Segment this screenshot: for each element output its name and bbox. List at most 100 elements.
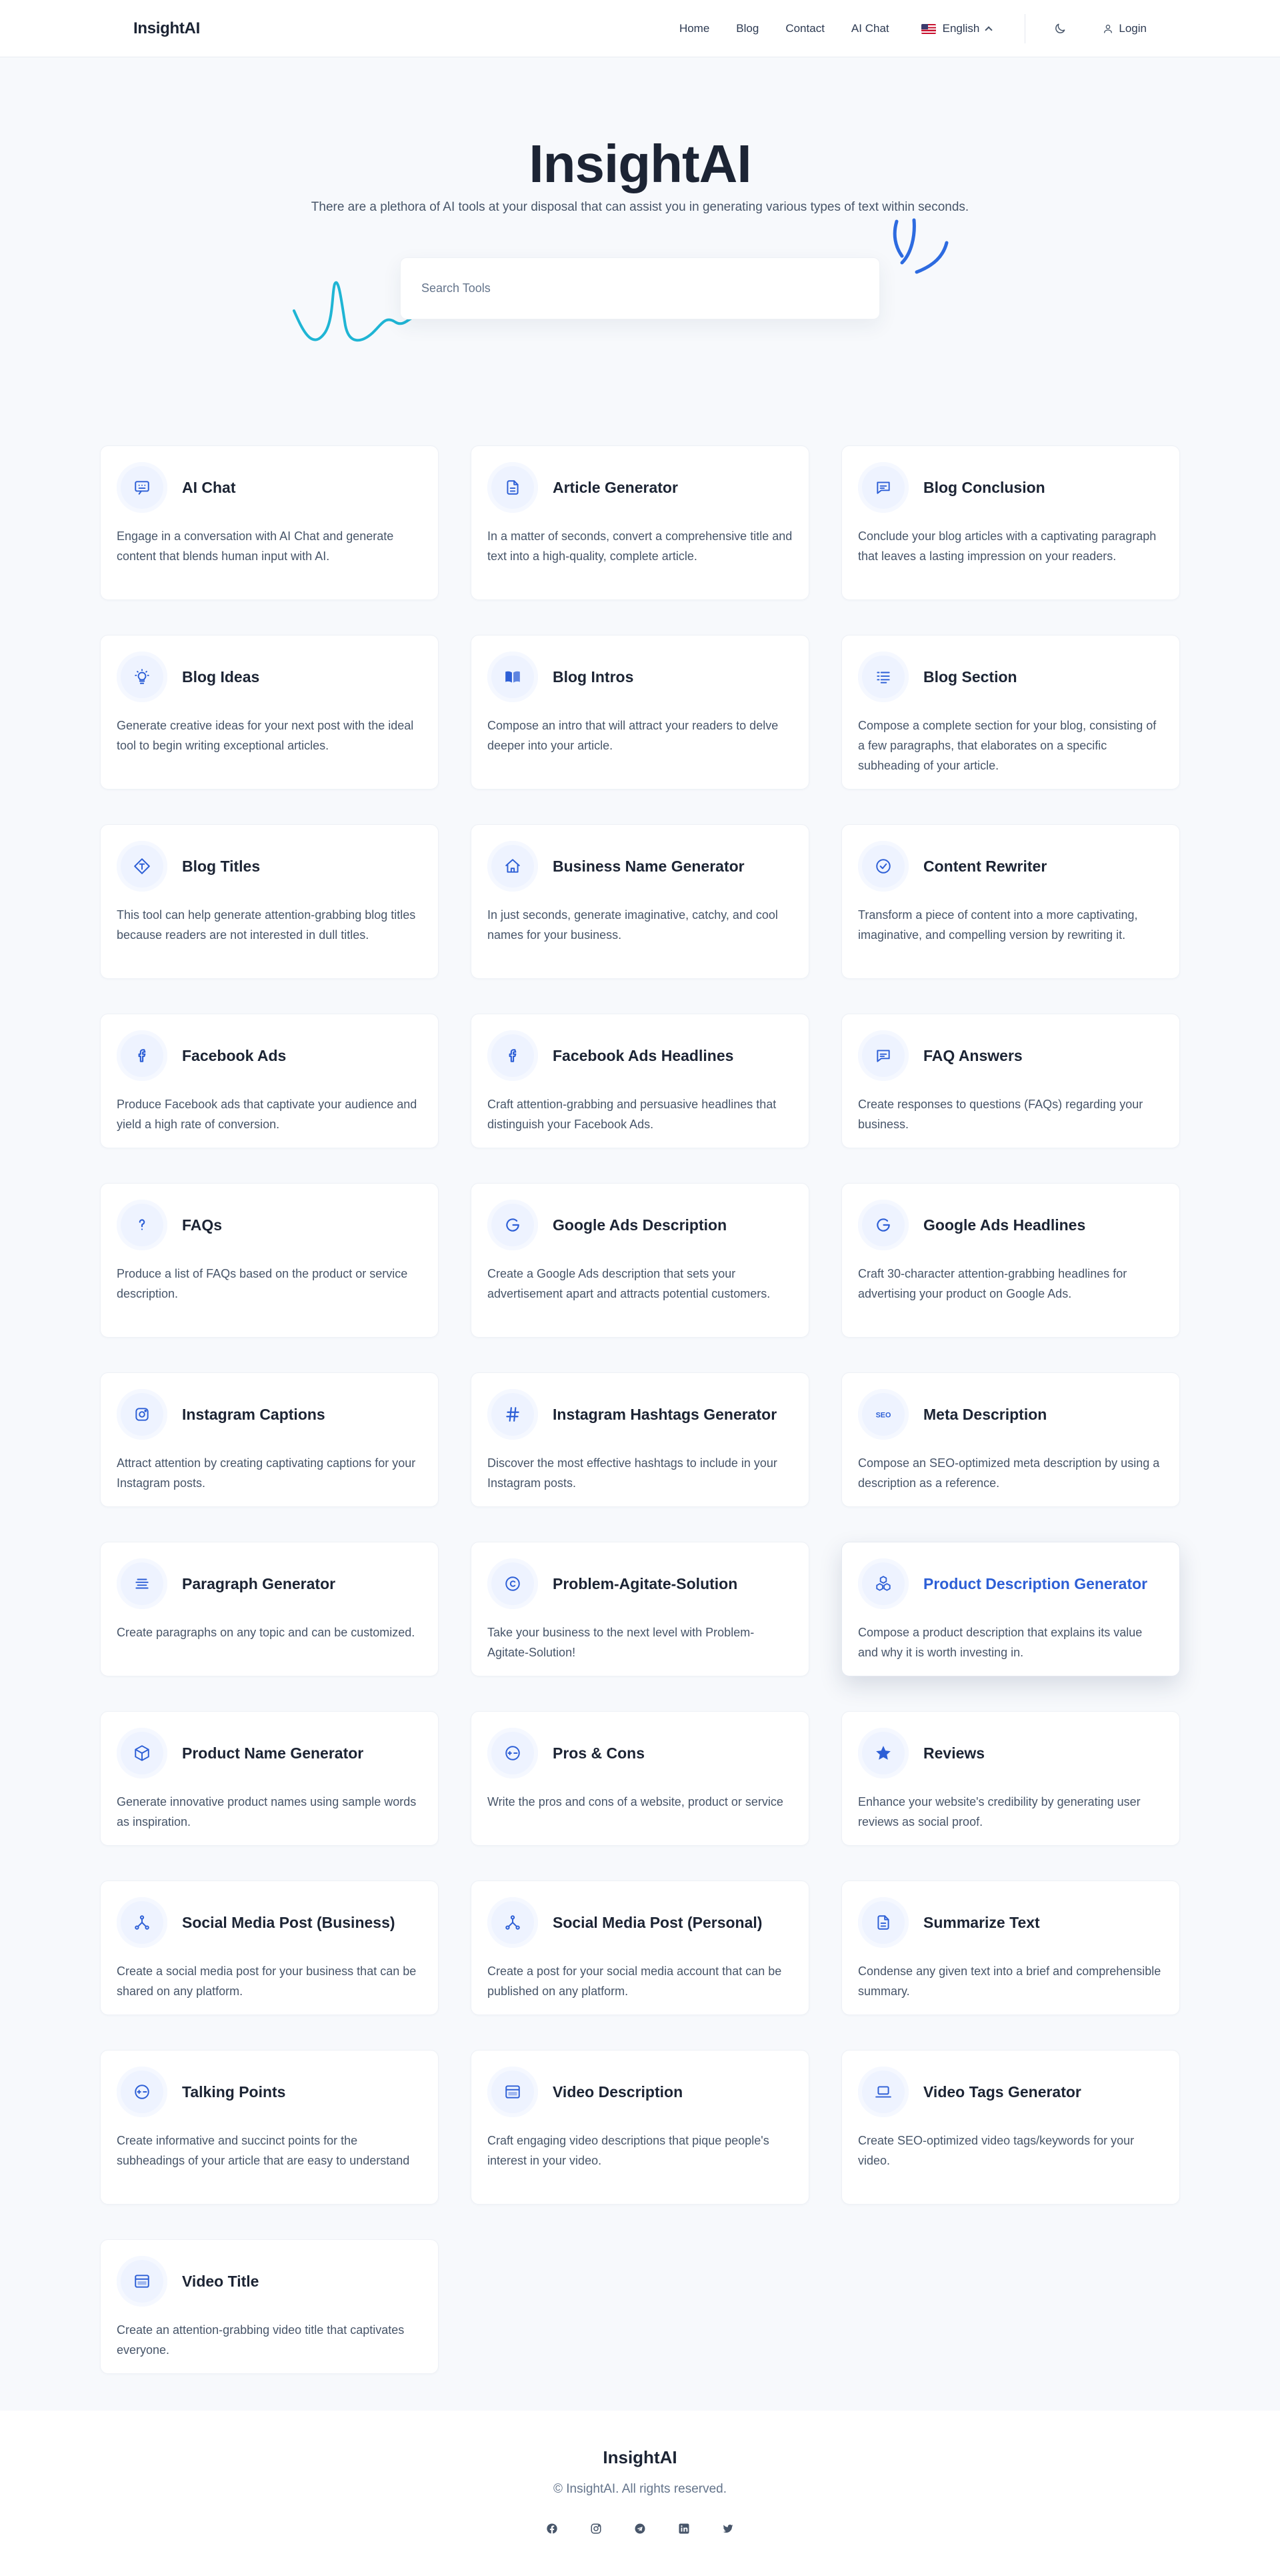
tool-card-google-ads-headlines[interactable]: Google Ads Headlines Craft 30-character a… xyxy=(841,1183,1180,1338)
title-icon xyxy=(117,841,167,892)
linkedin-icon xyxy=(679,2523,689,2534)
tool-card-business-name-generator[interactable]: Business Name Generator In just seconds, … xyxy=(471,824,809,979)
tool-card-header: AI Chat xyxy=(117,462,422,513)
tool-card-blog-section[interactable]: Blog Section Compose a complete section f… xyxy=(841,635,1180,790)
tool-card-content-rewriter[interactable]: Content Rewriter Transform a piece of con… xyxy=(841,824,1180,979)
tool-card-faq-answers[interactable]: FAQ Answers Create responses to questions… xyxy=(841,1014,1180,1148)
tool-title: Business Name Generator xyxy=(553,857,745,875)
tool-card-meta-description[interactable]: SEO Meta Description Compose an SEO-optimi… xyxy=(841,1372,1180,1507)
tool-title: Content Rewriter xyxy=(923,857,1047,875)
tool-title: Facebook Ads Headlines xyxy=(553,1046,734,1064)
tool-card-header: Blog Conclusion xyxy=(858,462,1163,513)
nav-blog-link[interactable]: Blog xyxy=(736,22,759,35)
tool-title: Google Ads Headlines xyxy=(923,1216,1086,1234)
brand-logo[interactable]: InsightAI xyxy=(133,19,200,38)
tool-card-social-media-post-personal[interactable]: Social Media Post (Personal) Create a pos… xyxy=(471,1880,809,2015)
tool-card-blog-ideas[interactable]: Blog Ideas Generate creative ideas for yo… xyxy=(100,635,439,790)
tool-description: Compose a product description that expla… xyxy=(858,1626,1143,1659)
tool-description: Generate creative ideas for your next po… xyxy=(117,719,414,752)
google-icon xyxy=(858,1200,909,1250)
tool-card-faqs[interactable]: FAQs Produce a list of FAQs based on the … xyxy=(100,1183,439,1338)
tool-card-instagram-hashtags-generator[interactable]: Instagram Hashtags Generator Discover the… xyxy=(471,1372,809,1507)
tool-card-product-name-generator[interactable]: Product Name Generator Generate innovativ… xyxy=(100,1711,439,1846)
tool-card-blog-intros[interactable]: Blog Intros Compose an intro that will at… xyxy=(471,635,809,790)
instagram-link[interactable] xyxy=(589,2522,603,2535)
tool-card-social-media-post-business[interactable]: Social Media Post (Business) Create a soc… xyxy=(100,1880,439,2015)
tool-title: FAQ Answers xyxy=(923,1046,1023,1064)
tool-card-header: Social Media Post (Personal) xyxy=(487,1897,793,1948)
tool-card-instagram-captions[interactable]: Instagram Captions Attract attention by c… xyxy=(100,1372,439,1507)
tool-card-header: Facebook Ads xyxy=(117,1030,422,1081)
twitter-icon xyxy=(723,2524,733,2533)
tool-description: Produce a list of FAQs based on the prod… xyxy=(117,1267,408,1300)
search-input[interactable] xyxy=(401,258,879,319)
tool-card-facebook-ads-headlines[interactable]: Facebook Ads Headlines Craft attention-gr… xyxy=(471,1014,809,1148)
tool-description: In a matter of seconds, convert a compre… xyxy=(487,529,793,563)
tool-card-product-description-generator[interactable]: Product Description Generator Compose a p… xyxy=(841,1542,1180,1676)
laptop-icon xyxy=(858,2067,909,2117)
tool-card-header: Google Ads Description xyxy=(487,1200,793,1250)
tool-description: Compose a complete section for your blog… xyxy=(858,719,1157,772)
facebook-icon xyxy=(117,1030,167,1081)
linkedin-link[interactable] xyxy=(677,2522,691,2535)
nav-ai-chat-link[interactable]: AI Chat xyxy=(851,22,889,35)
store-icon xyxy=(487,841,538,892)
tool-card-header: Video Description xyxy=(487,2067,793,2117)
chat-icon xyxy=(117,462,167,513)
tool-card-pros-cons[interactable]: Pros & Cons Write the pros and cons of a … xyxy=(471,1711,809,1846)
tool-description: Create a social media post for your busi… xyxy=(117,1965,417,1998)
tool-card-video-title[interactable]: Video Title Create an attention-grabbing … xyxy=(100,2239,439,2374)
login-button[interactable]: Login xyxy=(1103,22,1147,35)
copyright-icon xyxy=(487,1558,538,1609)
tool-card-paragraph-generator[interactable]: Paragraph Generator Create paragraphs on … xyxy=(100,1542,439,1676)
tool-title: Talking Points xyxy=(182,2083,286,2101)
tool-description: Conclude your blog articles with a capti… xyxy=(858,529,1157,563)
nav-home-link[interactable]: Home xyxy=(679,22,709,35)
nav-contact-link[interactable]: Contact xyxy=(785,22,825,35)
tool-card-article-generator[interactable]: Article Generator In a matter of seconds,… xyxy=(471,445,809,600)
tool-card-blog-conclusion[interactable]: Blog Conclusion Conclude your blog articl… xyxy=(841,445,1180,600)
tool-card-header: Blog Intros xyxy=(487,652,793,702)
tool-card-reviews[interactable]: Reviews Enhance your website's credibilit… xyxy=(841,1711,1180,1846)
plus-minus-icon xyxy=(117,2067,167,2117)
tool-description: Engage in a conversation with AI Chat an… xyxy=(117,529,394,563)
tool-card-video-description[interactable]: Video Description Craft engaging video de… xyxy=(471,2050,809,2205)
tool-title: AI Chat xyxy=(182,478,236,496)
tool-card-facebook-ads[interactable]: Facebook Ads Produce Facebook ads that ca… xyxy=(100,1014,439,1148)
tool-card-header: Facebook Ads Headlines xyxy=(487,1030,793,1081)
top-navbar: InsightAI Home Blog Contact AI Chat Engl… xyxy=(0,0,1280,57)
dark-mode-toggle[interactable] xyxy=(1052,21,1068,37)
book-icon xyxy=(487,652,538,702)
facebook-link[interactable] xyxy=(545,2522,559,2535)
check-circle-icon xyxy=(858,841,909,892)
tool-description: Transform a piece of content into a more… xyxy=(858,908,1138,942)
instagram-icon xyxy=(591,2523,601,2534)
tool-card-header: Article Generator xyxy=(487,462,793,513)
tool-title: Summarize Text xyxy=(923,1913,1040,1931)
tool-title: Problem-Agitate-Solution xyxy=(553,1574,738,1592)
moon-icon xyxy=(1055,23,1065,33)
tool-description: Create paragraphs on any topic and can b… xyxy=(117,1626,415,1639)
tool-description: Create informative and succinct points f… xyxy=(117,2134,410,2167)
twitter-link[interactable] xyxy=(721,2522,735,2535)
plus-minus-icon xyxy=(487,1728,538,1778)
tool-title: Social Media Post (Personal) xyxy=(553,1913,763,1931)
login-label: Login xyxy=(1119,22,1147,35)
telegram-link[interactable] xyxy=(633,2522,647,2535)
tool-card-header: Content Rewriter xyxy=(858,841,1163,892)
tool-card-problem-agitate-solution[interactable]: Problem-Agitate-Solution Take your busine… xyxy=(471,1542,809,1676)
tool-card-blog-titles[interactable]: Blog Titles This tool can help generate a… xyxy=(100,824,439,979)
tool-title: Blog Conclusion xyxy=(923,478,1045,496)
language-selector[interactable]: English xyxy=(921,22,993,35)
tool-card-video-tags-generator[interactable]: Video Tags Generator Create SEO-optimized… xyxy=(841,2050,1180,2205)
list-icon xyxy=(858,652,909,702)
tool-card-talking-points[interactable]: Talking Points Create informative and suc… xyxy=(100,2050,439,2205)
document-icon xyxy=(487,462,538,513)
tool-description: Compose an SEO-optimized meta descriptio… xyxy=(858,1456,1160,1490)
tool-card-summarize-text[interactable]: Summarize Text Condense any given text in… xyxy=(841,1880,1180,2015)
tool-card-google-ads-description[interactable]: Google Ads Description Create a Google Ad… xyxy=(471,1183,809,1338)
footer-brand: InsightAI xyxy=(603,2447,677,2467)
tool-description: Create SEO-optimized video tags/keywords… xyxy=(858,2134,1135,2167)
tool-card-ai-chat[interactable]: AI Chat Engage in a conversation with AI … xyxy=(100,445,439,600)
tool-card-header: Business Name Generator xyxy=(487,841,793,892)
